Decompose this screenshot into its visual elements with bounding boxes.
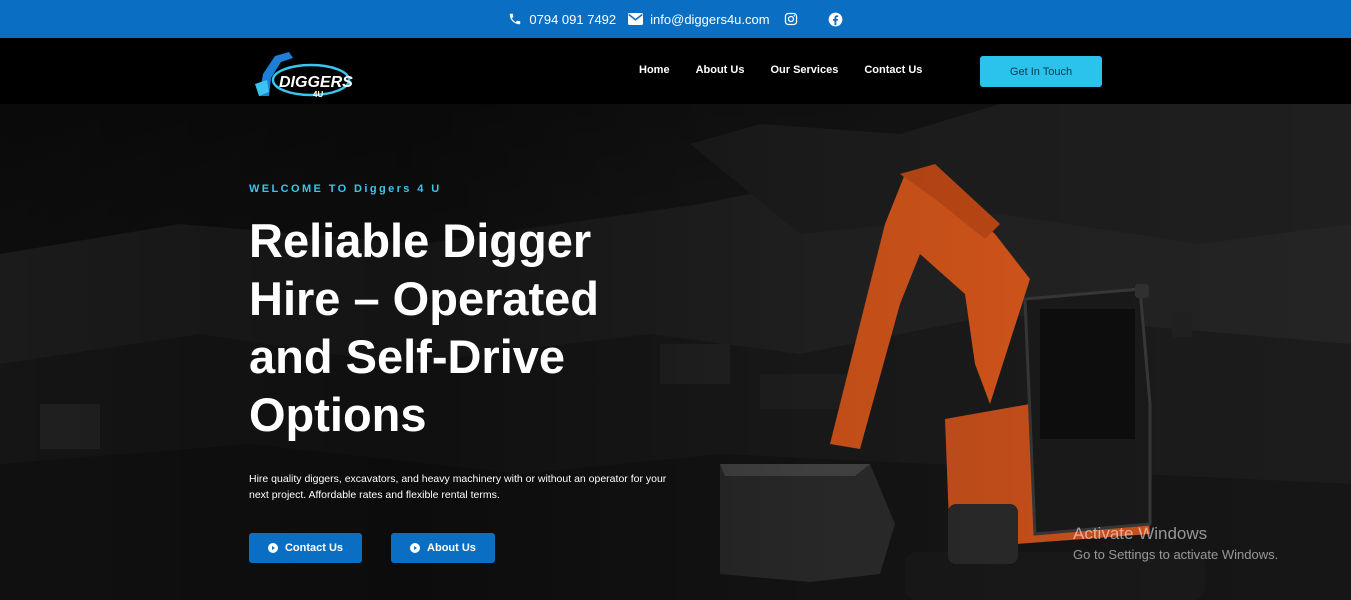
instagram-icon[interactable] xyxy=(784,12,798,26)
facebook-icon[interactable] xyxy=(828,12,843,27)
svg-text:4U: 4U xyxy=(313,90,323,99)
hero-section: WELCOME TO Diggers 4 U Reliable Digger H… xyxy=(0,104,1351,600)
email-icon xyxy=(628,13,644,25)
nav-our-services[interactable]: Our Services xyxy=(770,64,838,76)
contact-us-button[interactable]: Contact Us xyxy=(249,533,362,563)
get-in-touch-button[interactable]: Get In Touch xyxy=(980,56,1102,87)
nav-home[interactable]: Home xyxy=(639,64,670,76)
main-navigation: DIGGERS 4U Home About Us Our Services Co… xyxy=(0,38,1351,104)
nav-menu: Home About Us Our Services Contact Us xyxy=(639,64,922,76)
windows-activation-watermark: Activate Windows Go to Settings to activ… xyxy=(1073,524,1278,562)
about-us-button[interactable]: About Us xyxy=(391,533,495,563)
arrow-circle-icon xyxy=(267,543,278,553)
svg-text:DIGGERS: DIGGERS xyxy=(279,74,353,91)
nav-contact-us[interactable]: Contact Us xyxy=(864,64,922,76)
email-contact[interactable]: info@diggers4u.com xyxy=(628,11,770,27)
nav-about-us[interactable]: About Us xyxy=(696,64,745,76)
phone-icon xyxy=(508,12,522,26)
contact-us-label: Contact Us xyxy=(284,542,344,554)
hero-eyebrow: WELCOME TO Diggers 4 U xyxy=(249,183,442,195)
arrow-circle-icon xyxy=(410,543,421,553)
hero-description: Hire quality diggers, excavators, and he… xyxy=(249,473,667,501)
watermark-subtitle: Go to Settings to activate Windows. xyxy=(1073,547,1279,562)
diggers4u-logo[interactable]: DIGGERS 4U xyxy=(253,44,353,99)
about-us-label: About Us xyxy=(427,542,476,554)
phone-number: 0794 091 7492 xyxy=(529,11,617,27)
top-contact-bar: 0794 091 7492 info@diggers4u.com xyxy=(0,0,1351,38)
email-address: info@diggers4u.com xyxy=(650,11,770,27)
phone-contact[interactable]: 0794 091 7492 xyxy=(508,12,616,27)
hero-headline: Reliable Digger Hire – Operated and Self… xyxy=(249,214,600,441)
watermark-title: Activate Windows xyxy=(1073,524,1208,543)
